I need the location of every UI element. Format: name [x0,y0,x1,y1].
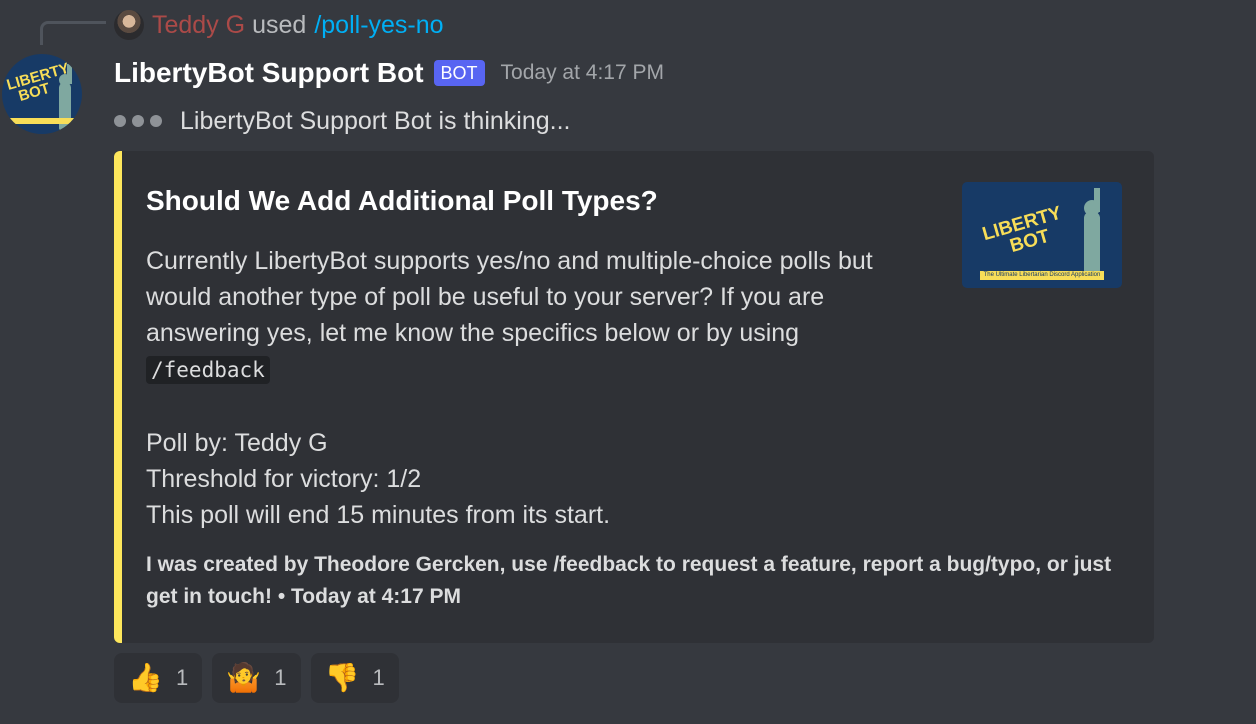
feedback-code-inline: /feedback [146,356,270,384]
reply-username[interactable]: Teddy G [152,11,245,40]
thumbnail-logo-text: LIBERTY BOT [980,202,1064,259]
poll-by: Poll by: Teddy G [146,429,328,457]
reply-command-link[interactable]: /poll-yes-no [314,11,443,40]
poll-info: Poll by: Teddy G Threshold for victory: … [146,425,610,533]
command-reply-context: Teddy G used /poll-yes-no [114,8,444,42]
reaction-shrug[interactable]: 🤷 1 [212,653,301,703]
shrug-icon: 🤷 [226,662,262,693]
bot-username[interactable]: LibertyBot Support Bot [114,57,424,89]
poll-embed: Should We Add Additional Poll Types? LIB… [114,151,1154,643]
reaction-count: 1 [274,665,287,690]
description-text: Currently LibertyBot supports yes/no and… [146,247,873,347]
embed-thumbnail[interactable]: LIBERTY BOT The Ultimate Libertarian Dis… [962,182,1122,288]
reaction-thumbs-down[interactable]: 👎 1 [310,653,399,703]
message-timestamp: Today at 4:17 PM [500,61,664,84]
bot-badge: BOT [433,60,485,86]
thinking-indicator: LibertyBot Support Bot is thinking... [114,104,571,138]
embed-footer: I was created by Theodore Gercken, use /… [146,553,1112,608]
reaction-count: 1 [176,665,189,690]
reaction-thumbs-up[interactable]: 👍 1 [114,653,203,703]
bot-avatar[interactable]: LIBERTY BOT [2,54,82,134]
thumbs-up-icon: 👍 [128,662,163,693]
reply-user-avatar[interactable] [114,10,144,40]
poll-end-time: This poll will end 15 minutes from its s… [146,501,611,529]
reply-used-text: used [252,10,307,39]
typing-dots-icon [114,115,162,127]
avatar-strip [2,118,82,124]
message-header: LibertyBot Support Bot BOT Today at 4:17… [114,54,664,92]
reaction-count: 1 [372,665,385,690]
reactions-bar: 👍 1 🤷 1 👎 1 [114,653,399,703]
poll-threshold: Threshold for victory: 1/2 [146,465,422,493]
embed-description: Currently LibertyBot supports yes/no and… [146,243,936,388]
thumbs-down-icon: 👎 [324,662,360,693]
statue-of-liberty-icon [1074,188,1110,274]
thumbnail-caption: The Ultimate Libertarian Discord Applica… [980,271,1104,280]
thinking-text: LibertyBot Support Bot is thinking... [180,106,571,135]
embed-title: Should We Add Additional Poll Types? [146,185,658,216]
reply-connector-line [40,21,106,45]
